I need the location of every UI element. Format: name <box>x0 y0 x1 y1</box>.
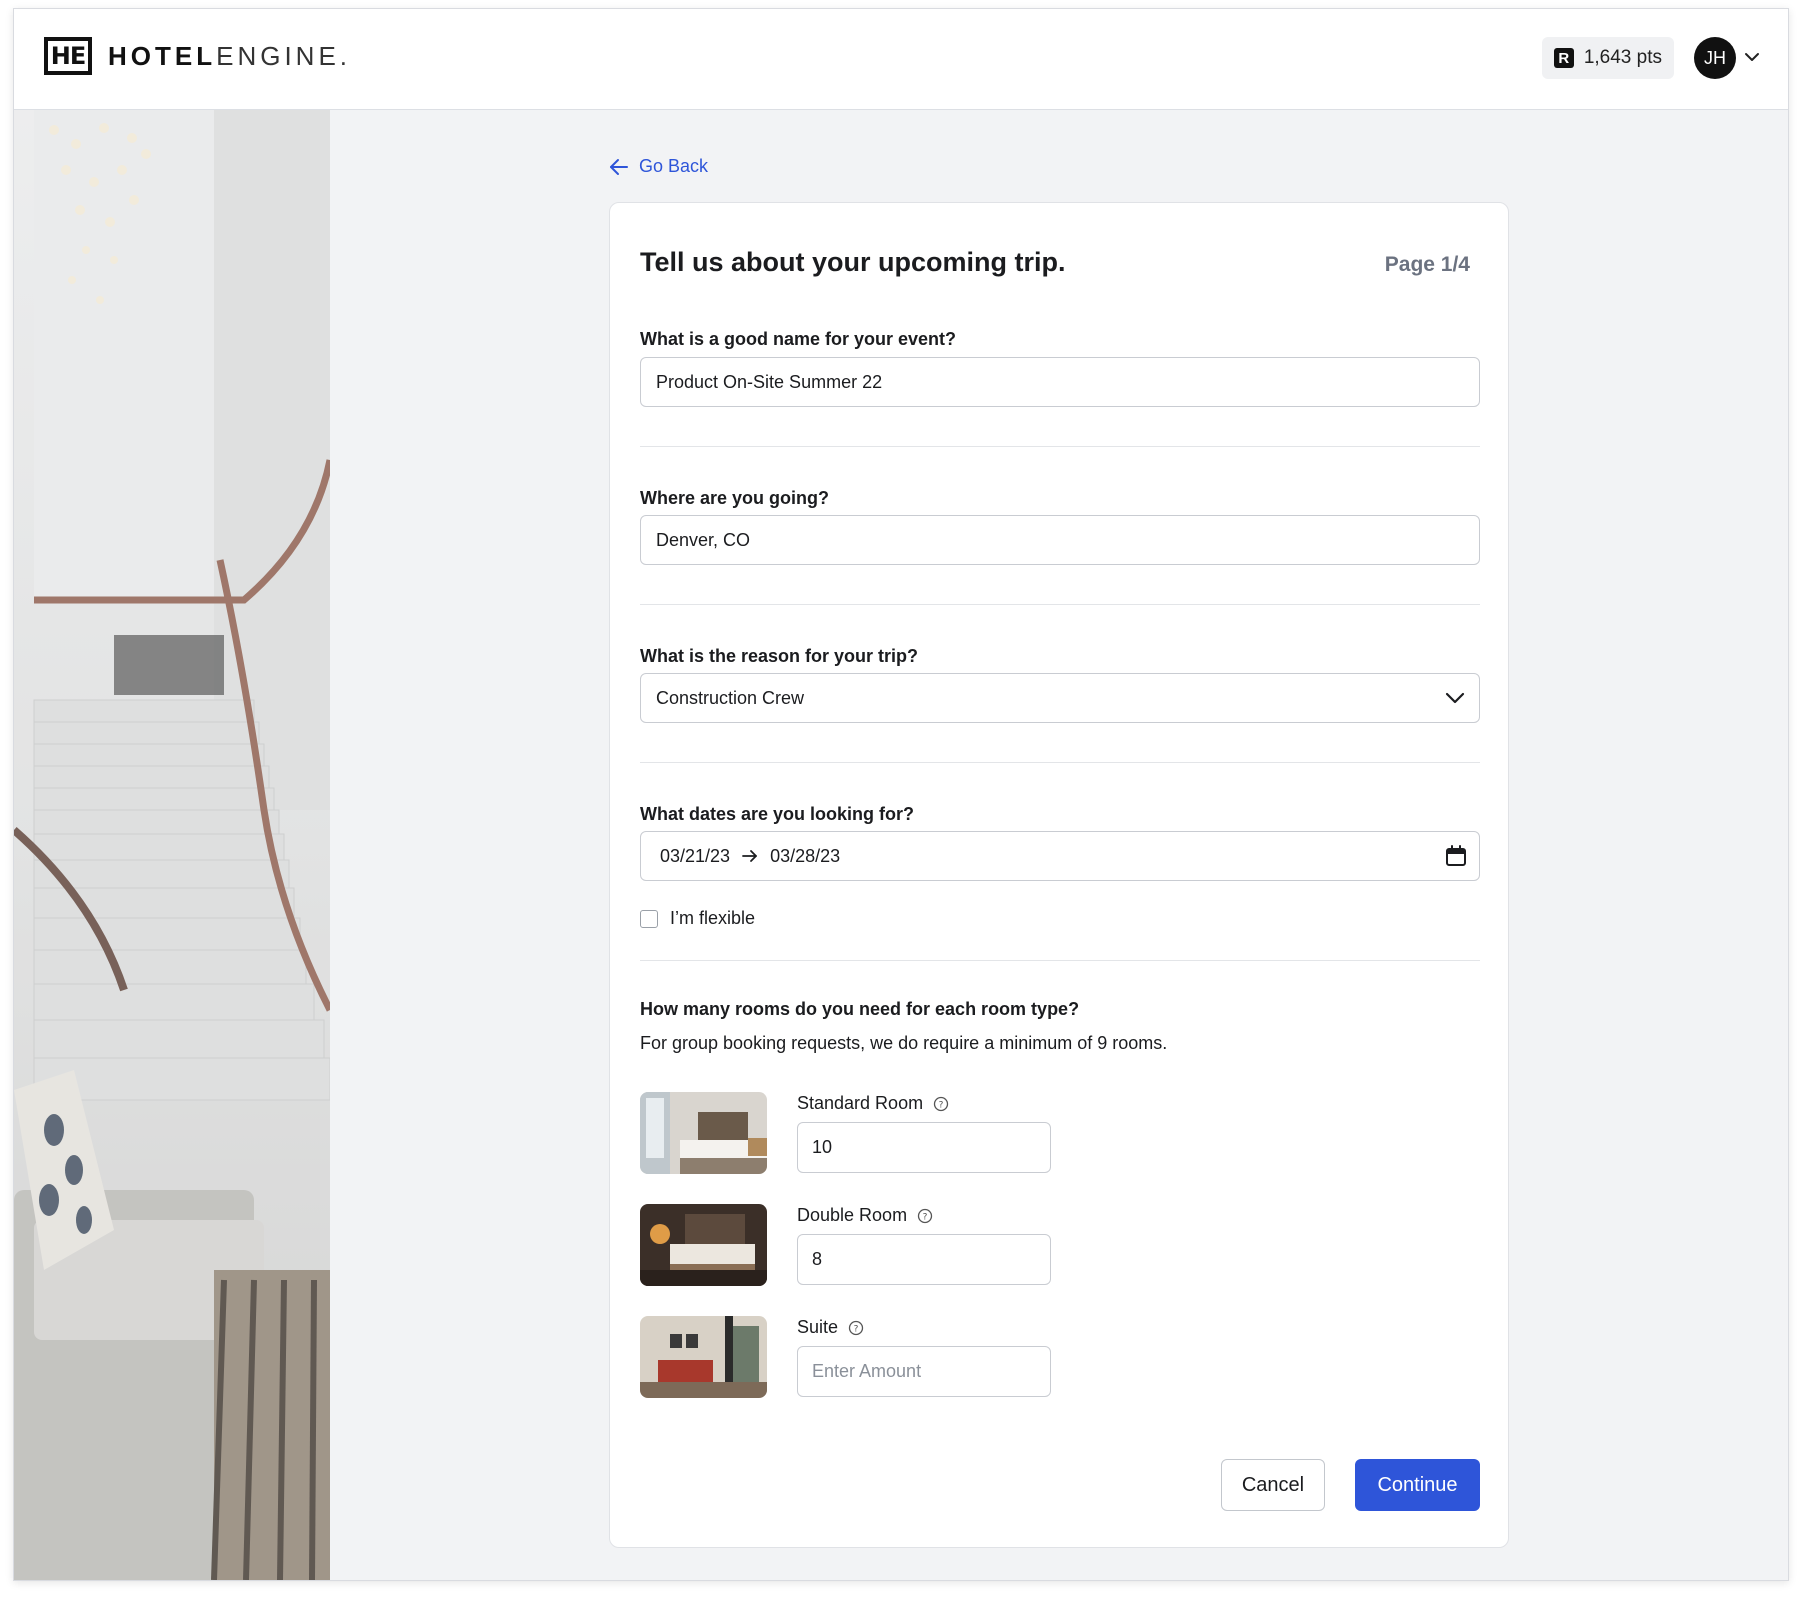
section-divider <box>640 960 1480 961</box>
suite-quantity-input[interactable] <box>797 1346 1051 1397</box>
chevron-down-icon <box>1445 692 1465 704</box>
suite-photo <box>640 1316 767 1398</box>
lobby-illustration <box>14 110 330 1580</box>
dates-label: What dates are you looking for? <box>640 804 915 824</box>
help-circle-icon[interactable]: ? <box>848 1320 864 1336</box>
main-content: Go Back Tell us about your upcoming trip… <box>330 110 1788 1580</box>
end-date: 03/28/23 <box>770 845 841 866</box>
calendar-icon <box>1446 845 1466 866</box>
suite-name: Suite <box>797 1317 839 1337</box>
section-divider <box>640 762 1480 763</box>
trip-reason-label: What is the reason for your trip? <box>640 646 919 666</box>
rewards-points-badge[interactable]: R 1,643 pts <box>1541 37 1674 79</box>
page-indicator: Page 1/4 <box>1384 253 1470 276</box>
event-name-input[interactable] <box>640 357 1480 407</box>
continue-button[interactable]: Continue <box>1355 1459 1480 1511</box>
user-avatar[interactable]: JH <box>1694 37 1736 79</box>
form-title: Tell us about your upcoming trip. <box>640 247 1066 277</box>
start-date: 03/21/23 <box>660 845 731 866</box>
suite-label: Suite ? <box>797 1317 864 1338</box>
event-name-label: What is a good name for your event? <box>640 329 957 349</box>
double-room-image <box>640 1204 767 1286</box>
rooms-help-text: For group booking requests, we do requir… <box>640 1033 1168 1053</box>
date-range-picker[interactable]: 03/21/23 03/28/23 <box>640 831 1480 881</box>
arrow-left-icon <box>610 158 628 175</box>
flexible-label: I’m flexible <box>670 908 756 928</box>
chevron-down-icon[interactable] <box>1744 51 1760 63</box>
standard-room-image <box>640 1092 767 1174</box>
standard-room-quantity-input[interactable] <box>797 1122 1051 1173</box>
rewards-icon: R <box>1553 48 1574 68</box>
cancel-button[interactable]: Cancel <box>1221 1459 1325 1511</box>
app-window: HE HOTELENGINE. R 1,643 pts JH Go Back T… <box>13 8 1789 1581</box>
section-divider <box>640 446 1480 447</box>
suite-image <box>640 1316 767 1398</box>
flexible-checkbox[interactable] <box>640 909 658 928</box>
trip-reason-select[interactable]: Construction Crew <box>640 673 1480 723</box>
double-room-name: Double Room <box>797 1205 908 1225</box>
svg-text:?: ? <box>923 1212 928 1222</box>
double-room-label: Double Room ? <box>797 1205 933 1226</box>
logo-text-light: ENGINE. <box>216 40 352 71</box>
svg-text:?: ? <box>854 1324 859 1334</box>
go-back-label: Go Back <box>639 156 709 176</box>
help-circle-icon[interactable]: ? <box>917 1208 933 1224</box>
section-divider <box>640 604 1480 605</box>
logo-text: HOTELENGINE. <box>108 41 351 72</box>
svg-text:?: ? <box>939 1100 944 1110</box>
standard-room-label: Standard Room ? <box>797 1093 949 1114</box>
logo-mark-icon: HE <box>44 37 92 75</box>
rooms-label: How many rooms do you need for each room… <box>640 999 1080 1019</box>
double-room-quantity-input[interactable] <box>797 1234 1051 1285</box>
help-circle-icon[interactable]: ? <box>933 1096 949 1112</box>
destination-input[interactable] <box>640 515 1480 565</box>
top-bar: HE HOTELENGINE. R 1,643 pts JH <box>14 9 1788 110</box>
double-room-photo <box>640 1204 767 1286</box>
flexible-dates-option[interactable]: I’m flexible <box>640 908 755 929</box>
go-back-link[interactable]: Go Back <box>609 156 708 177</box>
standard-room-name: Standard Room <box>797 1093 924 1113</box>
trip-form-card: Tell us about your upcoming trip. Page 1… <box>609 202 1509 1548</box>
staircase-lobby-photo <box>14 110 330 1580</box>
points-value: 1,643 pts <box>1583 47 1662 68</box>
logo-text-bold: HOTEL <box>108 40 217 71</box>
destination-label: Where are you going? <box>640 488 830 508</box>
standard-room-photo <box>640 1092 767 1174</box>
trip-reason-value: Construction Crew <box>656 687 805 708</box>
hotel-engine-logo[interactable]: HE HOTELENGINE. <box>44 37 351 75</box>
arrow-right-icon <box>742 850 757 862</box>
